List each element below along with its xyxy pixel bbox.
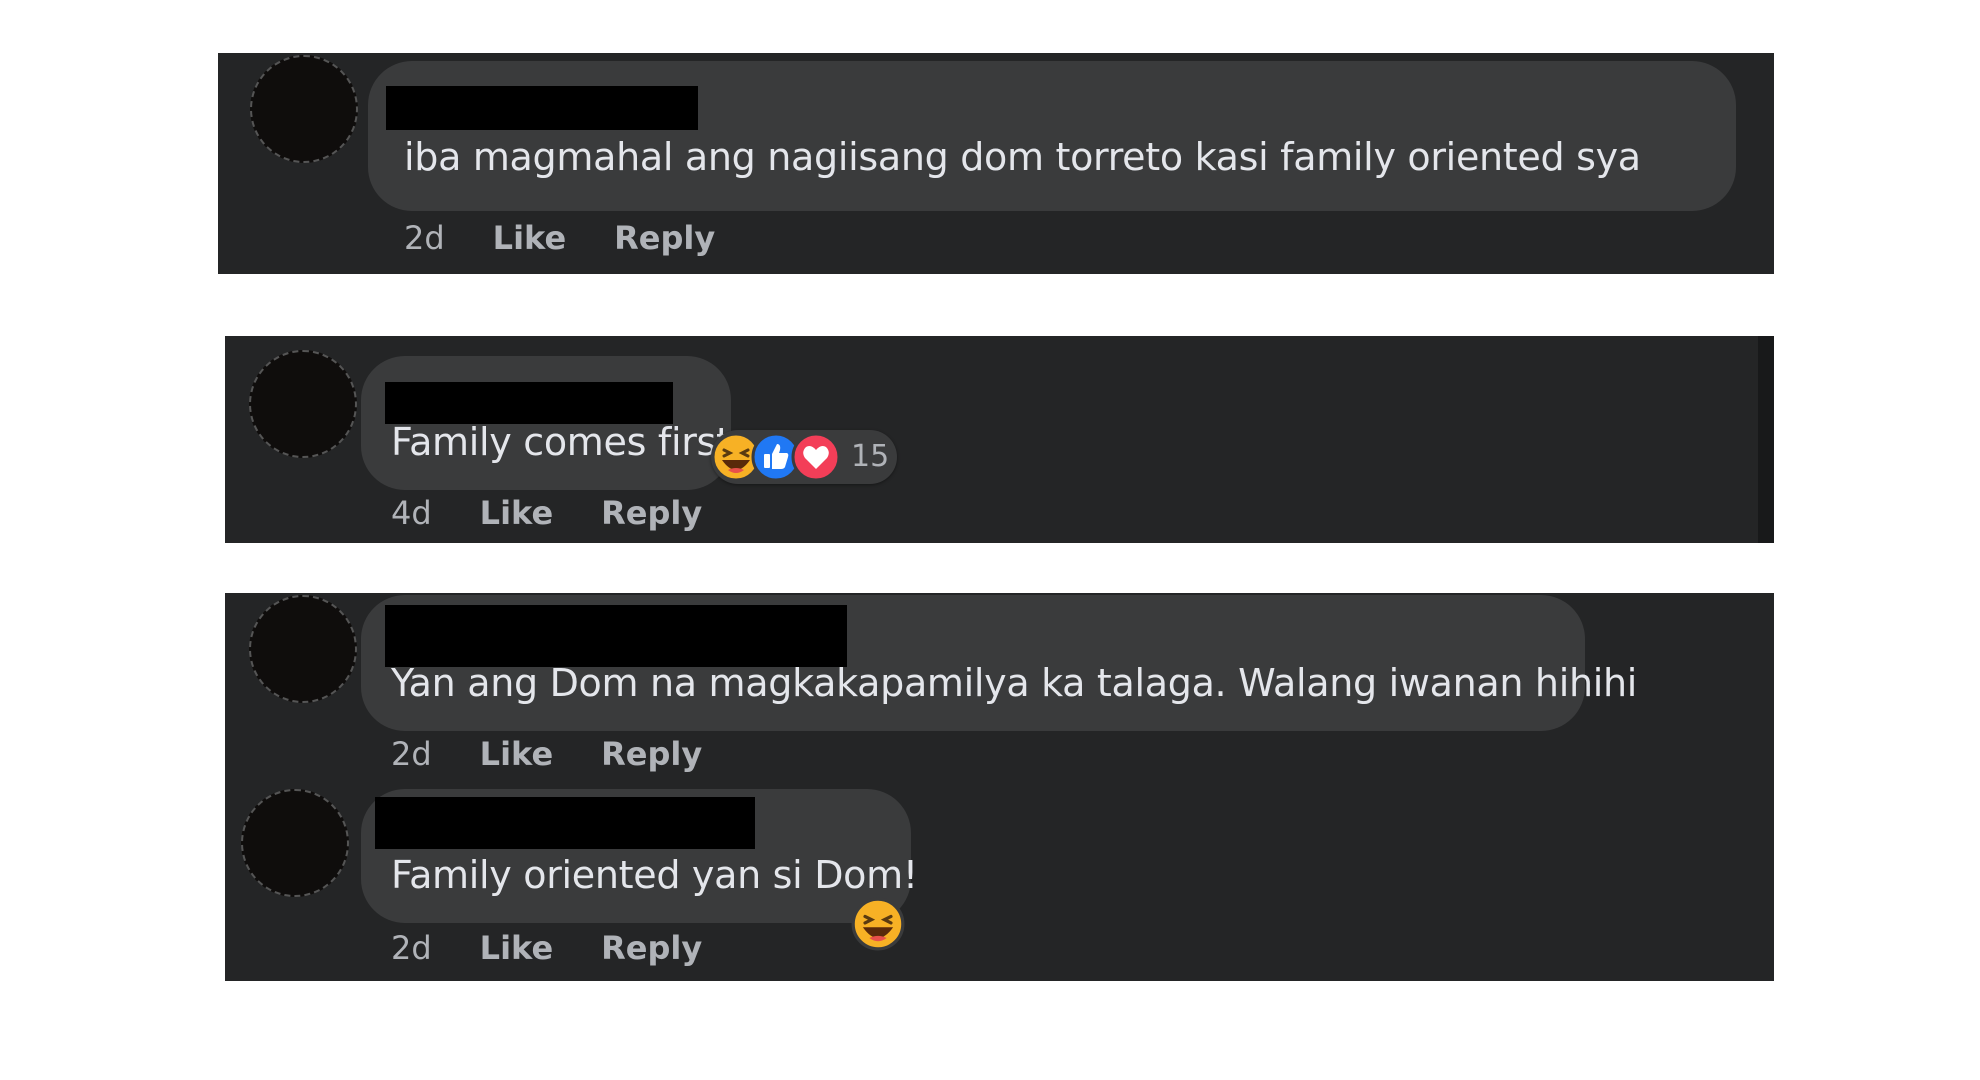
like-button[interactable]: Like xyxy=(493,219,566,257)
comment-actions: 2d Like Reply xyxy=(404,219,763,257)
like-button[interactable]: Like xyxy=(480,494,553,532)
reply-button[interactable]: Reply xyxy=(601,494,702,532)
like-button[interactable]: Like xyxy=(480,735,553,773)
comment-text: Yan ang Dom na magkakapamilya ka talaga.… xyxy=(391,661,1638,705)
reaction-count: 15 xyxy=(851,439,890,474)
haha-icon[interactable] xyxy=(851,897,905,951)
timestamp[interactable]: 4d xyxy=(391,494,432,532)
avatar[interactable] xyxy=(250,55,358,163)
comment-panel-1: iba magmahal ang nagiisang dom torreto k… xyxy=(218,53,1774,274)
redacted-author-name[interactable] xyxy=(385,605,847,667)
timestamp[interactable]: 2d xyxy=(404,219,445,257)
love-icon xyxy=(791,432,841,482)
like-button[interactable]: Like xyxy=(480,929,553,967)
reply-button[interactable]: Reply xyxy=(601,929,702,967)
comment-panel-2: Family comes first 15 4d Like Reply xyxy=(225,336,1774,543)
comment-actions: 2d Like Reply xyxy=(391,929,750,967)
comment-text: iba magmahal ang nagiisang dom torreto k… xyxy=(404,135,1641,179)
comment-actions: 2d Like Reply xyxy=(391,735,750,773)
avatar[interactable] xyxy=(241,789,349,897)
comment-text: Family comes first xyxy=(391,420,731,464)
reply-button[interactable]: Reply xyxy=(601,735,702,773)
comment-text: Family oriented yan si Dom! xyxy=(391,853,918,897)
scrollbar-track[interactable] xyxy=(1758,336,1774,543)
avatar[interactable] xyxy=(249,350,357,458)
avatar[interactable] xyxy=(249,595,357,703)
redacted-author-name[interactable] xyxy=(385,382,673,424)
timestamp[interactable]: 2d xyxy=(391,735,432,773)
comment-actions: 4d Like Reply xyxy=(391,494,750,532)
redacted-author-name[interactable] xyxy=(386,86,698,130)
comment-panel-3: Yan ang Dom na magkakapamilya ka talaga.… xyxy=(225,593,1774,981)
redacted-author-name[interactable] xyxy=(375,797,755,849)
timestamp[interactable]: 2d xyxy=(391,929,432,967)
reply-button[interactable]: Reply xyxy=(614,219,715,257)
